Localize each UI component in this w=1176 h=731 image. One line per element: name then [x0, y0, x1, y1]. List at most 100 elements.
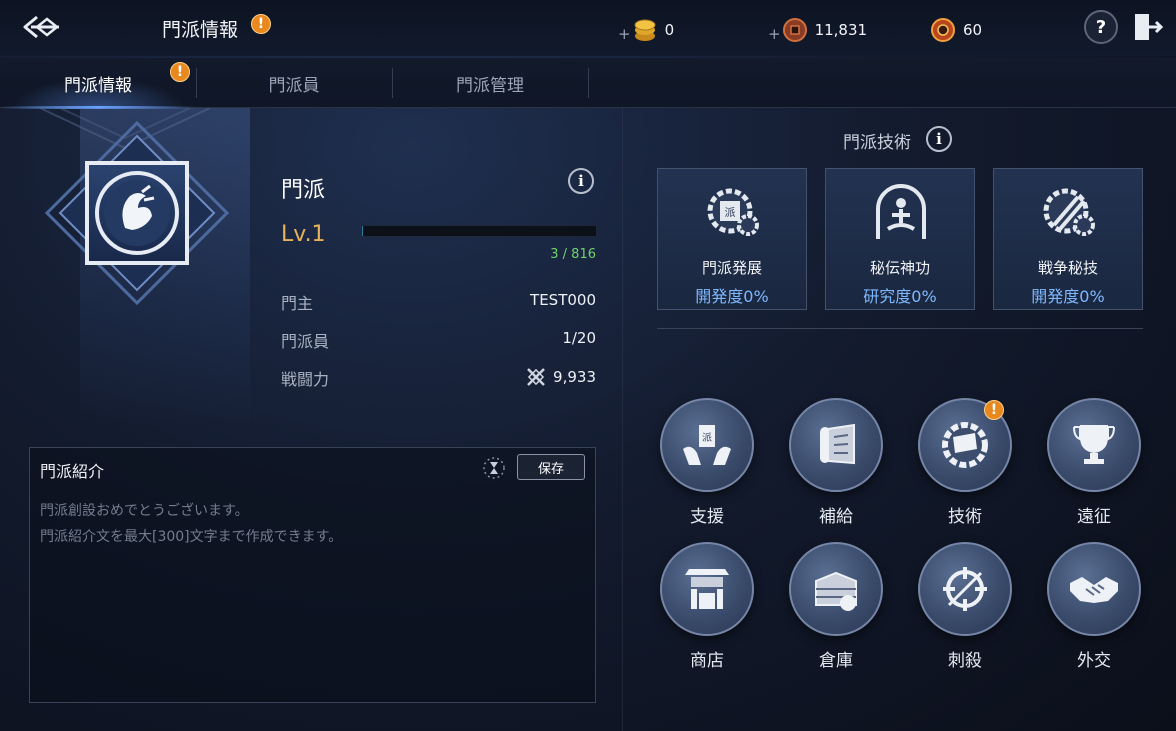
svg-text:派: 派: [702, 432, 712, 444]
gem-icon: [931, 18, 955, 42]
exp-bar-fill: [362, 226, 363, 236]
menu-alert-icon: !: [984, 400, 1004, 420]
intro-title: 門派紹介: [40, 462, 105, 481]
tab-alert-icon: !: [170, 62, 190, 82]
title-alert-icon: !: [251, 14, 271, 34]
guild-intro-box[interactable]: 門派紹介 保存 門派創設おめでとうございます。 門派紹介文を最大[300]文字ま…: [29, 447, 596, 703]
tech-card-secret-art[interactable]: 秘伝神功 研究度0%: [825, 168, 975, 310]
stat-leader-value: TEST000: [530, 291, 596, 309]
plus-icon: +: [768, 25, 781, 43]
exp-bar: [361, 225, 597, 237]
power-value-text: 9,933: [553, 368, 596, 386]
stat-power-label: 戦闘力: [281, 370, 330, 389]
tab-guild-info[interactable]: 門派情報: [0, 58, 196, 109]
menu-warehouse-button[interactable]: 倉庫: [789, 542, 883, 671]
menu-circle: [918, 542, 1012, 636]
hourglass-icon: [483, 457, 505, 479]
menu-label: 商店: [690, 651, 724, 671]
back-arrow-icon: [23, 15, 60, 39]
gold-value: 0: [664, 21, 675, 39]
tech-card-name: 戦争秘技: [1037, 259, 1098, 277]
currency-coin[interactable]: + 11,831: [768, 17, 867, 43]
exit-icon: [1135, 14, 1164, 40]
help-button[interactable]: ?: [1084, 10, 1118, 44]
page-title: 門派情報: [162, 19, 239, 41]
tab-divider: [588, 68, 589, 98]
currency-gold[interactable]: + 0: [618, 17, 674, 43]
tab-label: 門派情報: [64, 75, 132, 96]
menu-circle: [1047, 398, 1141, 492]
assassination-icon: [943, 567, 987, 611]
supply-icon: [820, 423, 855, 465]
tech-card-name: 門派発展: [701, 259, 762, 277]
guild-emblem[interactable]: [0, 107, 250, 418]
gold-coin-icon: [634, 19, 656, 41]
tech-card-name: 秘伝神功: [869, 259, 930, 277]
menu-shop-button[interactable]: 商店: [660, 542, 754, 671]
menu-label: 遠征: [1077, 507, 1111, 527]
gear-sword-icon: [1043, 188, 1095, 236]
guild-level: Lv.1: [281, 222, 326, 247]
menu-circle: [1047, 542, 1141, 636]
meditation-icon: [876, 184, 926, 239]
menu-supply-button[interactable]: 補給: [789, 398, 883, 527]
top-bar: 門派情報 ! + 0 + 11,831 60 ?: [0, 0, 1176, 56]
shop-icon: [685, 569, 729, 609]
tab-label: 門派管理: [456, 75, 524, 96]
tech-icon: [942, 422, 988, 468]
crossed-swords-icon: [527, 368, 545, 386]
tech-title: 門派技術: [843, 133, 911, 153]
tab-management[interactable]: 門派管理: [392, 58, 588, 108]
stat-power-value: 9,933: [420, 366, 596, 392]
menu-tech-button[interactable]: ! 技術: [918, 398, 1012, 527]
menu-circle: 派: [660, 398, 754, 492]
warehouse-icon: [815, 571, 857, 611]
support-icon: 派: [683, 425, 731, 465]
menu-label: 技術: [948, 507, 982, 527]
coin-icon: [782, 18, 807, 42]
menu-diplomacy-button[interactable]: 外交: [1047, 542, 1141, 671]
gem-value: 60: [963, 21, 983, 39]
menu-label: 刺殺: [948, 651, 982, 671]
guild-emblem-icon: [39, 107, 230, 306]
expedition-icon: [1073, 425, 1115, 464]
tech-card-war-skill[interactable]: 戦争秘技 開発度0%: [993, 168, 1143, 310]
tab-bar: 門派情報 ! 門派員 門派管理: [0, 58, 1176, 109]
menu-label: 倉庫: [819, 651, 853, 671]
plus-icon: +: [618, 25, 631, 43]
coin-value: 11,831: [814, 21, 868, 39]
guild-info-icon[interactable]: i: [568, 168, 594, 194]
menu-label: 外交: [1077, 651, 1111, 671]
tech-divider: [657, 328, 1143, 329]
stat-leader-label: 門主: [281, 294, 314, 313]
menu-circle: [789, 398, 883, 492]
tech-card-progress: 開発度0%: [695, 287, 769, 306]
save-button[interactable]: 保存: [517, 454, 585, 480]
panel-divider: [622, 108, 623, 731]
tech-card-progress: 開発度0%: [1031, 287, 1105, 306]
menu-circle: [789, 542, 883, 636]
menu-label: 補給: [819, 507, 853, 527]
gear-flag-icon: 派: [707, 188, 759, 236]
intro-line-2: 門派紹介文を最大[300]文字まで作成できます。: [40, 529, 343, 545]
exp-text: 3 / 816: [550, 247, 596, 262]
back-button[interactable]: [14, 10, 70, 44]
diplomacy-icon: [1070, 577, 1118, 603]
tab-members[interactable]: 門派員: [196, 58, 392, 108]
tech-card-progress: 研究度0%: [863, 287, 937, 306]
menu-expedition-button[interactable]: 遠征: [1047, 398, 1141, 527]
tech-info-icon[interactable]: i: [926, 126, 952, 152]
tech-card-development[interactable]: 派 門派発展 開発度0%: [657, 168, 807, 310]
currency-gem[interactable]: 60: [930, 17, 982, 43]
stat-members-label: 門派員: [281, 332, 330, 351]
menu-support-button[interactable]: 派 支援: [660, 398, 754, 527]
guild-name: 門派: [281, 178, 326, 203]
intro-line-1: 門派創設おめでとうございます。: [40, 503, 249, 519]
exit-button[interactable]: [1130, 10, 1164, 44]
menu-assassination-button[interactable]: 刺殺: [918, 542, 1012, 671]
stat-members-value: 1/20: [562, 329, 596, 347]
svg-text:派: 派: [725, 206, 736, 219]
tab-label: 門派員: [268, 75, 320, 96]
menu-circle: [660, 542, 754, 636]
menu-label: 支援: [690, 507, 724, 527]
